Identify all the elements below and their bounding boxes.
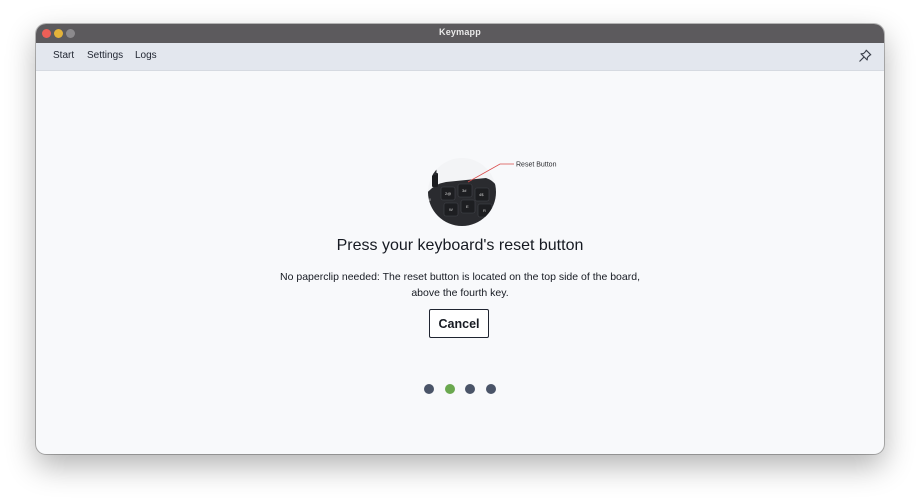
- step-dot: [444, 384, 455, 394]
- key-label: 2@: [445, 191, 451, 196]
- menu-item-start[interactable]: Start: [53, 50, 74, 61]
- page-heading: Press your keyboard's reset button: [336, 237, 584, 254]
- app-window: Keymapp Start Settings Logs 1! 2@ 3# 4$ …: [36, 24, 884, 454]
- menu-item-logs[interactable]: Logs: [135, 50, 157, 61]
- menu-item-settings[interactable]: Settings: [87, 50, 123, 61]
- key-label: E: [466, 204, 469, 209]
- key-label: W: [449, 207, 453, 212]
- step-indicator: [424, 384, 504, 396]
- instructions-line-2: above the fourth key.: [411, 287, 509, 299]
- title-bar: Keymapp: [36, 24, 884, 43]
- window-title: Keymapp: [439, 27, 481, 37]
- keyboard-reset-illustration: 1! 2@ 3# 4$ W E R Reset Button: [426, 156, 566, 231]
- step-dot: [465, 384, 475, 394]
- step-dot: [424, 384, 434, 394]
- instructions-line-1: No paperclip needed: The reset button is…: [280, 271, 640, 283]
- reset-button-callout: Reset Button: [516, 162, 557, 169]
- menu-bar: Start Settings Logs: [36, 43, 884, 71]
- key-label: 3#: [462, 188, 467, 193]
- key-label: R: [483, 208, 486, 213]
- cancel-button[interactable]: Cancel: [429, 309, 489, 338]
- step-dot: [485, 384, 496, 394]
- reset-instructions: No paperclip needed: The reset button is…: [260, 269, 660, 301]
- pin-icon[interactable]: [858, 49, 872, 63]
- key-label: 4$: [479, 192, 484, 197]
- main-content: 1! 2@ 3# 4$ W E R Reset Button Press you…: [36, 71, 884, 454]
- key-label: 1!: [428, 197, 431, 202]
